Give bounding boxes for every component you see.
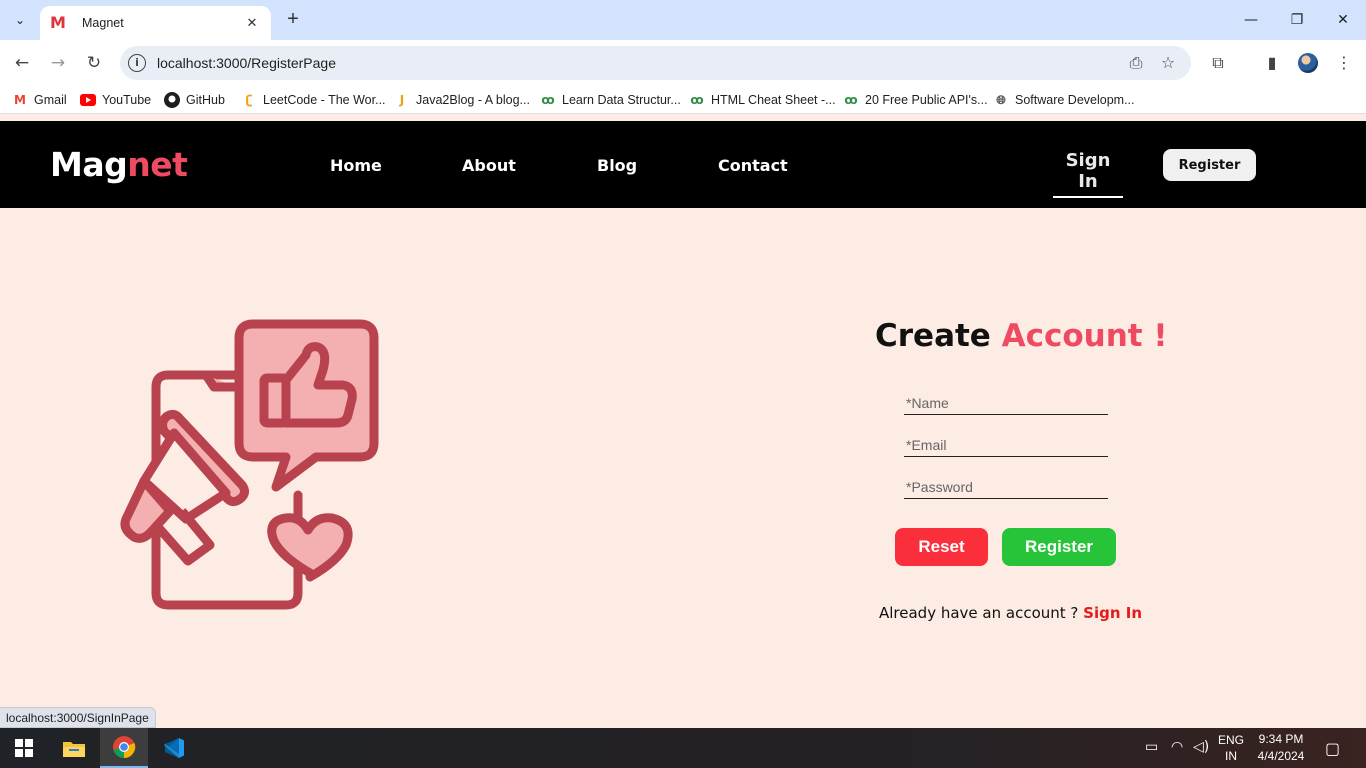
bookmark-label: Java2Blog - A blog...: [416, 93, 530, 107]
reset-button[interactable]: Reset: [895, 528, 988, 566]
side-panel-icon[interactable]: ▮: [1261, 52, 1283, 74]
github-icon: [164, 92, 180, 108]
java2blog-icon: J: [399, 93, 405, 107]
bookmark-label: LeetCode - The Wor...: [263, 93, 386, 107]
logo-part-mag: Mag: [50, 145, 128, 184]
volume-icon[interactable]: ◁): [1193, 739, 1209, 755]
bookmark-label: GitHub: [186, 93, 225, 107]
battery-icon[interactable]: ▭: [1145, 739, 1158, 755]
back-icon[interactable]: ←: [10, 51, 34, 75]
clock-date[interactable]: 4/4/2024: [1253, 749, 1309, 763]
windows-start-icon[interactable]: [0, 728, 48, 768]
password-field[interactable]: [904, 475, 1108, 499]
bookmark-learn-data-structures[interactable]: ꝏ Learn Data Structur...: [540, 92, 681, 108]
bookmark-label: Software Developm...: [1015, 93, 1135, 107]
bookmark-label: Learn Data Structur...: [562, 93, 681, 107]
gfg-icon: ꝏ: [541, 93, 555, 107]
reload-icon[interactable]: ↻: [82, 51, 106, 75]
tab-title: Magnet: [82, 16, 124, 30]
notifications-icon[interactable]: ▢: [1325, 739, 1340, 758]
bookmarks-bar: M Gmail YouTube GitHub ʗ LeetCode - The …: [0, 86, 1366, 114]
nav-contact[interactable]: Contact: [718, 156, 788, 175]
nav-about[interactable]: About: [462, 156, 516, 175]
bookmark-label: YouTube: [102, 93, 152, 107]
social-marketing-illustration: [120, 319, 379, 610]
nav-home[interactable]: Home: [330, 156, 382, 175]
bookmark-label: HTML Cheat Sheet -...: [711, 93, 836, 107]
minimize-icon[interactable]: —: [1228, 6, 1274, 34]
region-indicator[interactable]: IN: [1218, 749, 1244, 763]
bookmark-public-apis[interactable]: ꝏ 20 Free Public API's...: [843, 92, 988, 108]
site-info-icon[interactable]: i: [128, 54, 146, 72]
logo-part-net: net: [127, 145, 188, 184]
bookmark-youtube[interactable]: YouTube: [80, 92, 151, 108]
globe-icon: 🌐︎: [996, 92, 1006, 107]
browser-menu-icon[interactable]: ⋮: [1333, 52, 1355, 74]
wifi-icon[interactable]: ◠: [1171, 739, 1183, 755]
already-have-account: Already have an account ? Sign In: [879, 604, 1142, 622]
bookmark-github[interactable]: GitHub: [164, 92, 225, 108]
address-bar[interactable]: i localhost:3000/RegisterPage ⎙ ☆: [120, 46, 1191, 80]
vscode-icon[interactable]: [150, 728, 198, 768]
forward-icon[interactable]: →: [46, 51, 70, 75]
gmail-icon: M: [14, 93, 26, 107]
status-url-tooltip: localhost:3000/SignInPage: [0, 707, 156, 728]
site-header: Magnet Home About Blog Contact Sign In R…: [0, 121, 1366, 208]
tab-close-icon[interactable]: ✕: [243, 15, 261, 31]
heart-icon: [267, 513, 353, 582]
profile-avatar[interactable]: [1298, 53, 1318, 73]
bookmark-label: Gmail: [34, 93, 67, 107]
chrome-icon[interactable]: [100, 728, 148, 768]
bookmark-leetcode[interactable]: ʗ LeetCode - The Wor...: [241, 92, 386, 108]
bookmark-gmail[interactable]: M Gmail: [12, 92, 67, 108]
magnet-logo[interactable]: Magnet: [50, 145, 188, 184]
install-app-icon[interactable]: ⎙: [1126, 53, 1146, 73]
bookmark-html-cheat-sheet[interactable]: ꝏ HTML Cheat Sheet -...: [689, 92, 836, 108]
browser-tab[interactable]: M Magnet ✕: [40, 6, 271, 40]
bookmark-software-development[interactable]: 🌐︎ Software Developm...: [993, 92, 1135, 108]
title-account: Account !: [1001, 318, 1168, 354]
tab-search-icon[interactable]: ⌄: [8, 8, 32, 32]
window-close-icon[interactable]: ✕: [1320, 6, 1366, 34]
gfg-icon: ꝏ: [844, 93, 858, 107]
browser-toolbar: ← → ↻ i localhost:3000/RegisterPage ⎙ ☆ …: [0, 40, 1366, 86]
header-register-button[interactable]: Register: [1163, 149, 1256, 181]
sign-in-link[interactable]: Sign In: [1083, 604, 1142, 622]
youtube-icon: [80, 92, 96, 108]
title-create: Create: [875, 318, 991, 354]
register-button[interactable]: Register: [1002, 528, 1116, 566]
already-text: Already have an account ?: [879, 604, 1079, 622]
bookmark-label: 20 Free Public API's...: [865, 93, 988, 107]
bookmark-java2blog[interactable]: J Java2Blog - A blog...: [394, 92, 530, 108]
extensions-icon[interactable]: ⧉: [1207, 52, 1229, 74]
magnet-favicon-icon: M: [50, 13, 66, 32]
bookmark-star-icon[interactable]: ☆: [1158, 53, 1178, 73]
windows-taskbar: ▭ ◠ ◁) ENG IN 9:34 PM 4/4/2024 ▢: [0, 728, 1366, 768]
nav-blog[interactable]: Blog: [597, 156, 637, 175]
form-title: Create Account !: [875, 318, 1168, 354]
restore-icon[interactable]: ❐: [1274, 6, 1320, 34]
file-explorer-icon[interactable]: [50, 728, 98, 768]
browser-tab-bar: ⌄ M Magnet ✕ + — ❐ ✕: [0, 0, 1366, 40]
leetcode-icon: ʗ: [245, 93, 253, 107]
language-indicator[interactable]: ENG: [1218, 733, 1244, 747]
gfg-icon: ꝏ: [690, 93, 704, 107]
megaphone-icon: [120, 409, 250, 566]
new-tab-icon[interactable]: +: [282, 8, 304, 30]
clock-time[interactable]: 9:34 PM: [1253, 732, 1309, 746]
header-sign-in-link[interactable]: Sign In: [1053, 150, 1123, 198]
name-field[interactable]: [904, 391, 1108, 415]
address-url[interactable]: localhost:3000/RegisterPage: [157, 55, 336, 71]
email-field[interactable]: [904, 433, 1108, 457]
